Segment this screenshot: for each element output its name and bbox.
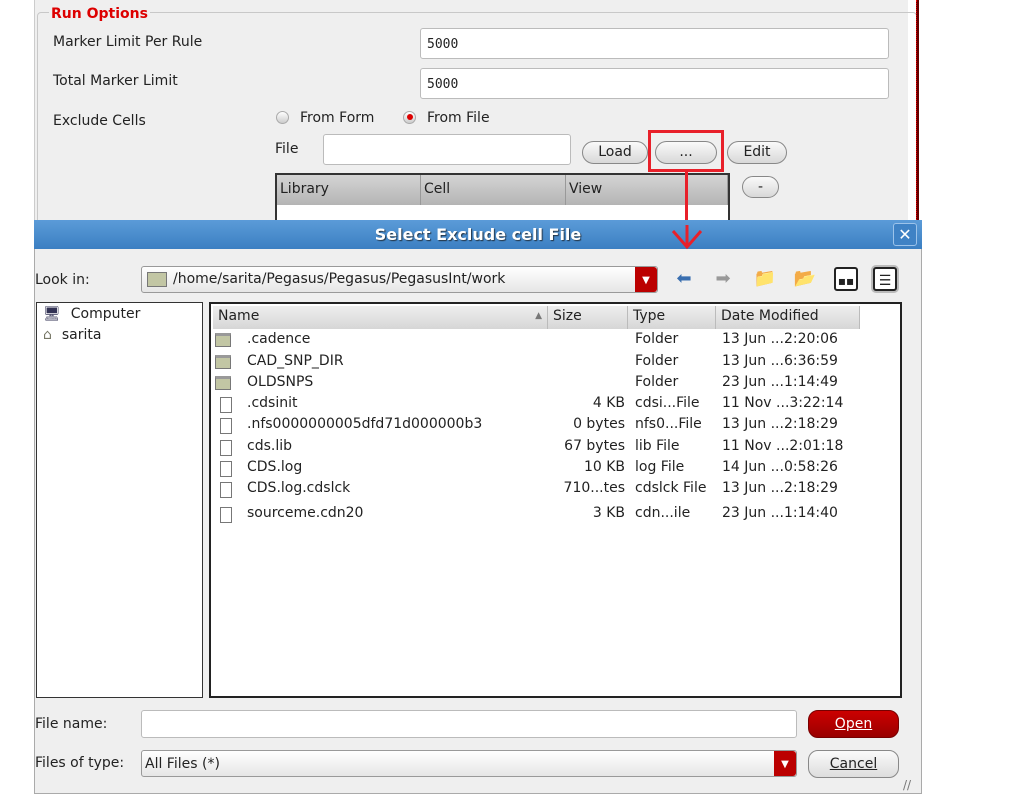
sort-asc-icon: ▲ (535, 311, 542, 321)
marker-limit-input[interactable]: 5000 (420, 28, 889, 59)
annotation-highlight-box (648, 130, 724, 172)
window-edge (916, 0, 919, 220)
column-date[interactable]: Date Modified (716, 306, 860, 329)
computer-icon: 🖥 (43, 306, 61, 322)
folder-icon (147, 272, 167, 287)
run-options-legend: Run Options (49, 6, 150, 22)
dialog-title: Select Exclude cell File (34, 220, 922, 249)
forward-icon[interactable]: ➡ (711, 267, 735, 291)
column-cell[interactable]: Cell (421, 175, 566, 205)
from-file-label: From File (427, 110, 490, 126)
file-name: sourceme.cdn20 (247, 505, 364, 521)
from-file-radio[interactable] (403, 111, 416, 124)
file-label: File (275, 141, 299, 157)
file-name-input[interactable] (141, 710, 797, 738)
place-sarita[interactable]: ⌂ sarita (43, 327, 101, 343)
cancel-button[interactable]: Cancel (808, 750, 899, 778)
file-size: 0 bytes (573, 416, 625, 432)
file-type: cdn...ile (635, 505, 691, 521)
file-name: CAD_SNP_DIR (247, 353, 344, 369)
total-marker-limit-label: Total Marker Limit (53, 73, 178, 89)
column-type[interactable]: Type (628, 306, 716, 329)
look-in-combo[interactable]: /home/sarita/Pegasus/Pegasus/PegasusInt/… (141, 266, 658, 293)
column-view[interactable]: View (566, 175, 728, 205)
file-size: 67 bytes (564, 438, 625, 454)
resize-grip-icon[interactable]: // (903, 778, 911, 792)
file-date: 23 Jun ...1:14:40 (722, 505, 838, 521)
total-marker-limit-input[interactable]: 5000 (420, 68, 889, 99)
exclude-cells-label: Exclude Cells (53, 113, 146, 129)
file-size: 710...tes (563, 480, 625, 496)
file-date: 13 Jun ...6:36:59 (722, 353, 838, 369)
up-folder-icon[interactable]: 📁 (753, 267, 777, 291)
list-view-icon[interactable]: ▪▪ (834, 267, 858, 291)
place-label: Computer (70, 306, 141, 322)
file-type: Folder (635, 331, 679, 347)
file-name: CDS.log.cdslck (247, 480, 351, 496)
files-of-type-value: All Files (*) (145, 756, 220, 772)
places-pane: 🖥 Computer ⌂ sarita (36, 302, 203, 698)
file-date: 13 Jun ...2:18:29 (722, 416, 838, 432)
from-form-radio[interactable] (276, 111, 289, 124)
column-library[interactable]: Library (277, 175, 421, 205)
files-of-type-combo[interactable]: All Files (*) ▼ (141, 750, 797, 777)
file-icon (220, 461, 232, 477)
file-type: Folder (635, 353, 679, 369)
marker-limit-label: Marker Limit Per Rule (53, 34, 203, 50)
load-button[interactable]: Load (582, 141, 648, 164)
file-name: .cadence (247, 331, 311, 347)
file-date: 23 Jun ...1:14:49 (722, 374, 838, 390)
file-link-icon (220, 397, 232, 413)
look-in-label: Look in: (35, 272, 90, 288)
look-in-value: /home/sarita/Pegasus/Pegasus/PegasusInt/… (173, 271, 506, 287)
from-form-label: From Form (300, 110, 375, 126)
file-name: OLDSNPS (247, 374, 314, 390)
exclude-cells-table: Library Cell View (275, 173, 730, 221)
file-size: 3 KB (592, 505, 625, 521)
file-size: 4 KB (592, 395, 625, 411)
file-input[interactable] (323, 134, 571, 165)
file-type: cdslck File (635, 480, 707, 496)
file-name: cds.lib (247, 438, 292, 454)
folder-icon (215, 355, 231, 369)
chevron-down-icon: ▼ (774, 751, 796, 776)
file-date: 13 Jun ...2:20:06 (722, 331, 838, 347)
folder-icon (215, 333, 231, 347)
details-view-icon[interactable]: ☰ (873, 267, 897, 291)
file-type: Folder (635, 374, 679, 390)
file-date: 11 Nov ...2:01:18 (722, 438, 844, 454)
new-folder-icon[interactable]: 📂 (793, 267, 817, 291)
annotation-arrowhead (671, 225, 703, 250)
folder-icon (215, 376, 231, 390)
files-of-type-label: Files of type: (35, 755, 125, 771)
place-label: sarita (61, 327, 102, 343)
back-icon[interactable]: ⬅ (672, 267, 696, 291)
open-button[interactable]: Open (808, 710, 899, 738)
file-name: .cdsinit (247, 395, 298, 411)
file-type: nfs0...File (635, 416, 702, 432)
file-name: CDS.log (247, 459, 303, 475)
file-date: 14 Jun ...0:58:26 (722, 459, 838, 475)
chevron-down-icon: ▼ (635, 267, 657, 292)
home-folder-icon: ⌂ (43, 327, 52, 343)
file-icon (220, 440, 232, 456)
column-size[interactable]: Size (548, 306, 628, 329)
edit-button[interactable]: Edit (727, 141, 787, 164)
file-icon (220, 418, 232, 434)
remove-button[interactable]: - (742, 176, 779, 198)
file-link-icon (220, 507, 232, 523)
file-type: lib File (635, 438, 680, 454)
close-button[interactable]: ✕ (893, 223, 917, 246)
file-date: 13 Jun ...2:18:29 (722, 480, 838, 496)
file-icon (220, 482, 232, 498)
file-type: log File (635, 459, 685, 475)
column-name[interactable]: Name ▲ (213, 306, 548, 329)
column-label: Name (218, 308, 260, 324)
file-size: 10 KB (583, 459, 625, 475)
place-computer[interactable]: 🖥 Computer (43, 306, 140, 322)
file-date: 11 Nov ...3:22:14 (722, 395, 844, 411)
file-name-label: File name: (35, 716, 108, 732)
file-name: .nfs0000000005dfd71d000000b3 (247, 416, 483, 432)
file-type: cdsi...File (635, 395, 700, 411)
